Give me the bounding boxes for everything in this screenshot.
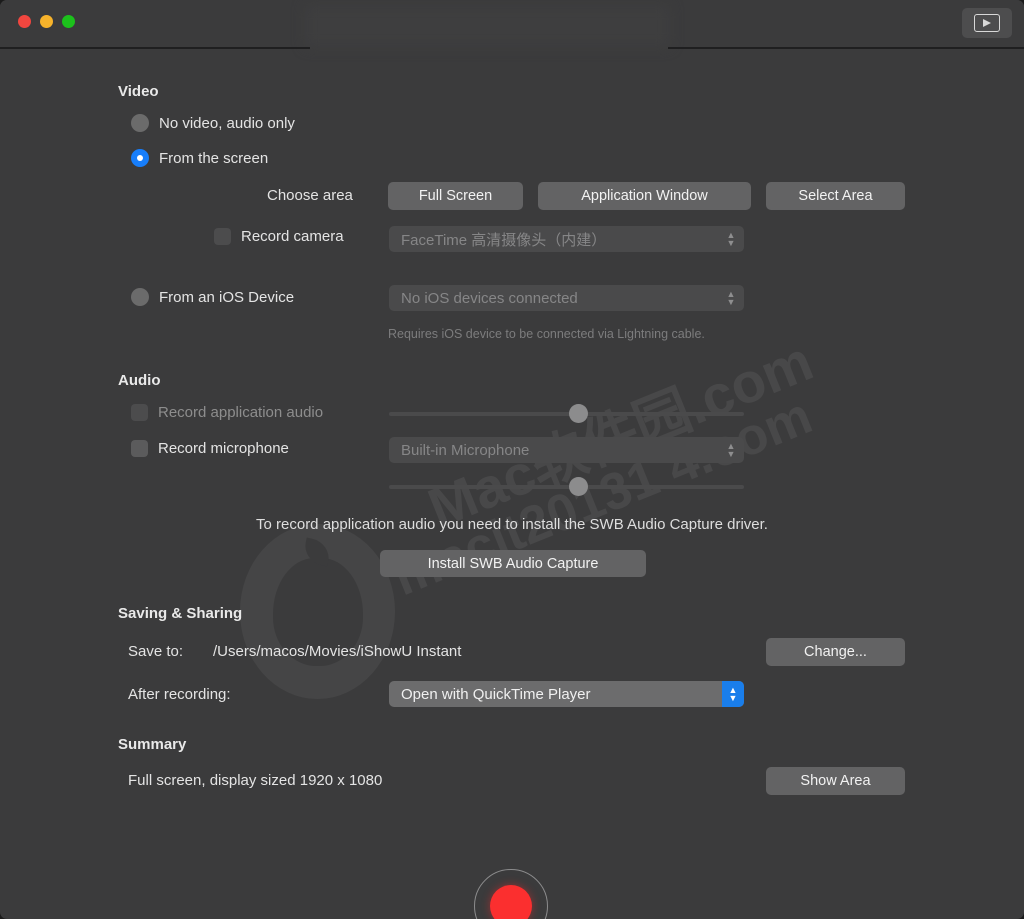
checkbox-indicator xyxy=(131,440,148,457)
tab-rule-right xyxy=(668,47,1024,49)
radio-label: No video, audio only xyxy=(159,114,295,132)
slider-thumb[interactable] xyxy=(569,477,588,496)
radio-no-video-audio-only[interactable]: No video, audio only xyxy=(131,114,295,132)
microphone-device-value: Built-in Microphone xyxy=(401,441,530,459)
video-section-heading: Video xyxy=(118,83,159,100)
traffic-lights xyxy=(18,15,75,28)
after-recording-value: Open with QuickTime Player xyxy=(401,685,591,703)
close-window-button[interactable] xyxy=(18,15,31,28)
record-application-audio-checkbox[interactable]: Record application audio xyxy=(131,404,323,421)
chevron-updown-icon: ▲ ▼ xyxy=(722,681,744,707)
microphone-device-popup[interactable]: Built-in Microphone ▲ ▼ xyxy=(389,437,744,463)
saving-sharing-heading: Saving & Sharing xyxy=(118,605,243,622)
save-to-label: Save to: xyxy=(128,643,184,660)
window-title xyxy=(305,5,670,47)
audio-section-heading: Audio xyxy=(118,372,161,389)
change-save-location-button[interactable]: Change... xyxy=(766,638,905,666)
camera-device-value: FaceTime 高清摄像头（内建） xyxy=(401,231,607,249)
slider-track xyxy=(389,485,744,489)
summary-heading: Summary xyxy=(118,736,187,753)
camera-device-popup[interactable]: FaceTime 高清摄像头（内建） ▲ ▼ xyxy=(389,226,744,252)
title-bar xyxy=(0,0,1024,52)
summary-text: Full screen, display sized 1920 x 1080 xyxy=(128,772,383,789)
select-area-button[interactable]: Select Area xyxy=(766,182,905,210)
radio-indicator xyxy=(131,114,149,132)
ios-device-popup[interactable]: No iOS devices connected ▲ ▼ xyxy=(389,285,744,311)
install-swb-audio-capture-button[interactable]: Install SWB Audio Capture xyxy=(380,550,646,577)
video-play-icon xyxy=(974,14,1000,32)
maximize-window-button[interactable] xyxy=(62,15,75,28)
minimize-window-button[interactable] xyxy=(40,15,53,28)
ios-device-value: No iOS devices connected xyxy=(401,289,578,307)
watermark-text-1: Mac软件园.com xyxy=(419,328,822,540)
record-camera-label: Record camera xyxy=(241,228,344,245)
record-microphone-checkbox[interactable]: Record microphone xyxy=(131,440,289,457)
checkbox-indicator xyxy=(214,228,231,245)
slider-track xyxy=(389,412,744,416)
chevron-updown-icon: ▲ ▼ xyxy=(726,441,736,459)
application-audio-volume-slider[interactable] xyxy=(389,404,744,424)
chevron-updown-icon: ▲ ▼ xyxy=(726,230,736,248)
radio-indicator xyxy=(131,288,149,306)
record-dot-icon xyxy=(490,885,532,919)
settings-panel: Mac软件园.com macit20131 4.com Video No vid… xyxy=(0,52,1024,919)
radio-from-ios-device[interactable]: From an iOS Device xyxy=(131,288,294,306)
app-window: Mac软件园.com macit20131 4.com Video No vid… xyxy=(0,0,1024,919)
full-screen-button[interactable]: Full Screen xyxy=(388,182,523,210)
record-application-audio-label: Record application audio xyxy=(158,404,324,421)
tab-rule-left xyxy=(0,47,310,49)
slider-thumb[interactable] xyxy=(569,404,588,423)
chevron-updown-icon: ▲ ▼ xyxy=(726,289,736,307)
radio-indicator xyxy=(131,149,149,167)
record-button[interactable] xyxy=(474,869,548,919)
video-play-icon-button[interactable] xyxy=(962,8,1012,38)
ios-device-hint: Requires iOS device to be connected via … xyxy=(388,327,705,341)
radio-label: From the screen xyxy=(159,149,269,167)
record-camera-checkbox[interactable]: Record camera xyxy=(214,228,344,245)
radio-from-the-screen[interactable]: From the screen xyxy=(131,149,268,167)
show-area-button[interactable]: Show Area xyxy=(766,767,905,795)
watermark-apple-logo xyxy=(240,524,395,699)
after-recording-label: After recording: xyxy=(128,686,231,703)
record-microphone-label: Record microphone xyxy=(158,440,289,457)
microphone-volume-slider[interactable] xyxy=(389,477,744,497)
application-window-button[interactable]: Application Window xyxy=(538,182,751,210)
after-recording-popup[interactable]: Open with QuickTime Player ▲ ▼ xyxy=(389,681,744,707)
save-to-path: /Users/macos/Movies/iShowU Instant xyxy=(213,643,462,660)
choose-area-label: Choose area xyxy=(267,187,353,204)
radio-label: From an iOS Device xyxy=(159,288,295,306)
checkbox-indicator xyxy=(131,404,148,421)
swb-driver-notice: To record application audio you need to … xyxy=(256,516,768,533)
